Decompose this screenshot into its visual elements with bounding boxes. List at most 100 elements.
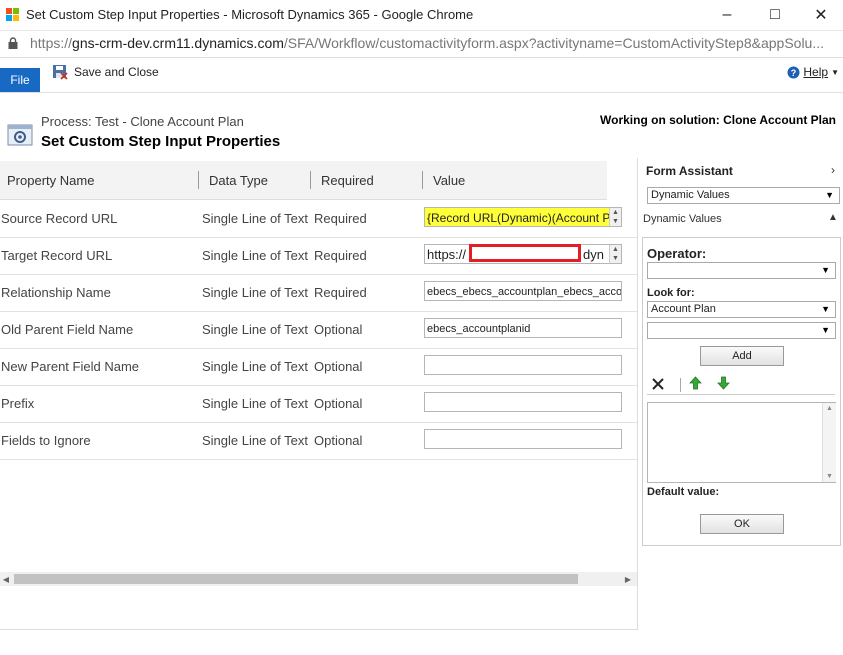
help-icon: ? [787, 66, 800, 78]
old-parent-field-name-field[interactable]: ebecs_accountplanid [424, 318, 622, 338]
look-for-entity-select[interactable]: Account Plan ▼ [647, 301, 836, 318]
save-close-icon [53, 65, 68, 80]
delete-icon[interactable] [651, 377, 665, 391]
table-row: Old Parent Field Name Single Line of Tex… [0, 311, 637, 349]
property-name: Relationship Name [1, 285, 111, 300]
solution-label: Working on solution: Clone Account Plan [600, 113, 836, 127]
workflow-gear-icon [7, 124, 33, 146]
data-type: Single Line of Text [202, 322, 308, 337]
select-value: Account Plan [651, 303, 716, 315]
toolbar-separator [680, 378, 681, 392]
help-label: Help [803, 65, 829, 79]
operator-select[interactable]: ▼ [647, 262, 836, 279]
spinner-icon[interactable]: ▲ ▼ [609, 245, 621, 263]
ok-button[interactable]: OK [700, 514, 784, 534]
collapse-up-icon[interactable]: ▲ [828, 212, 838, 223]
relationship-name-field[interactable]: ebecs_ebecs_accountplan_ebecs_account [424, 281, 622, 301]
required-status: Optional [314, 322, 363, 337]
grid-header: Property Name Data Type Required Value [0, 161, 607, 200]
page-title: Set Custom Step Input Properties [41, 133, 281, 150]
required-status: Required [314, 211, 367, 226]
url-text[interactable]: https://gns-crm-dev.crm11.dynamics.com/S… [30, 35, 824, 51]
panel-divider-line [647, 394, 835, 395]
help-button[interactable]: ? Help ▼ [787, 65, 839, 79]
save-and-close-button[interactable]: Save and Close [52, 64, 159, 80]
save-and-close-label: Save and Close [74, 65, 159, 79]
spinner-icon[interactable]: ▲ ▼ [609, 208, 621, 226]
ribbon: File Save and Close ? Help ▼ [0, 58, 843, 93]
dropdown-arrow-icon: ▼ [821, 304, 830, 314]
dynamic-values-list[interactable] [647, 402, 836, 483]
microsoft-logo-icon [6, 8, 20, 22]
fields-to-ignore-field[interactable] [424, 429, 622, 449]
table-row: Relationship Name Single Line of Text Re… [0, 274, 637, 312]
column-separator [198, 171, 199, 189]
scroll-down-icon[interactable]: ▼ [826, 473, 833, 480]
chevron-down-icon: ▼ [831, 67, 839, 77]
required-status: Optional [314, 433, 363, 448]
property-name: Prefix [1, 396, 35, 411]
move-up-arrow-icon[interactable] [689, 376, 702, 390]
dropdown-arrow-icon: ▼ [821, 325, 830, 335]
close-button[interactable]: ✕ [798, 0, 843, 30]
column-header-property-name[interactable]: Property Name [7, 173, 94, 188]
table-row: New Parent Field Name Single Line of Tex… [0, 348, 637, 386]
chevron-right-icon[interactable]: › [831, 163, 835, 177]
add-button[interactable]: Add [700, 346, 784, 366]
url-host: gns-crm-dev.crm11.dynamics.com [72, 35, 284, 51]
window-title: Set Custom Step Input Properties - Micro… [26, 7, 474, 22]
minimize-icon: – [722, 6, 732, 23]
column-header-value[interactable]: Value [433, 173, 465, 188]
scroll-right-icon[interactable]: ▶ [622, 572, 634, 586]
source-record-url-field[interactable]: {Record URL(Dynamic)(Account Plan)} ▲ ▼ [424, 207, 622, 227]
dropdown-arrow-icon: ▼ [825, 190, 834, 200]
url-scheme: https:// [30, 35, 73, 51]
column-separator [310, 171, 311, 189]
maximize-button[interactable]: □ [752, 0, 798, 30]
form-assistant-panel [642, 237, 841, 546]
column-header-required[interactable]: Required [321, 173, 374, 188]
scroll-up-icon[interactable]: ▲ [826, 405, 833, 412]
property-name: Old Parent Field Name [1, 322, 134, 337]
data-type: Single Line of Text [202, 433, 308, 448]
table-row: Prefix Single Line of Text Optional [0, 385, 637, 423]
required-status: Optional [314, 359, 363, 374]
scrollbar-thumb[interactable] [14, 574, 578, 584]
column-header-data-type[interactable]: Data Type [209, 173, 268, 188]
property-name: Fields to Ignore [1, 433, 91, 448]
scroll-left-icon[interactable]: ◀ [0, 572, 12, 586]
dynamic-values-section-label: Dynamic Values [643, 213, 722, 225]
panel-divider [637, 158, 638, 630]
svg-text:?: ? [791, 68, 797, 78]
operator-label: Operator: [647, 246, 707, 261]
dropdown-arrow-icon: ▼ [821, 265, 830, 275]
data-type: Single Line of Text [202, 285, 308, 300]
lock-icon [8, 37, 18, 49]
look-for-label: Look for: [647, 287, 695, 299]
new-parent-field-name-field[interactable] [424, 355, 622, 375]
property-name: Target Record URL [1, 248, 113, 263]
browser-title-bar: Set Custom Step Input Properties - Micro… [0, 0, 843, 31]
address-bar[interactable]: https://gns-crm-dev.crm11.dynamics.com/S… [0, 31, 843, 58]
select-value: Dynamic Values [651, 189, 730, 201]
dynamic-values-select[interactable]: Dynamic Values ▼ [647, 187, 840, 204]
url-path: /SFA/Workflow/customactivityform.aspx?ac… [283, 35, 825, 51]
data-type: Single Line of Text [202, 396, 308, 411]
look-for-field-select[interactable]: ▼ [647, 322, 836, 339]
move-down-arrow-icon[interactable] [717, 376, 730, 390]
prefix-field[interactable] [424, 392, 622, 412]
redaction-box [469, 244, 581, 262]
data-type: Single Line of Text [202, 248, 308, 263]
required-status: Required [314, 285, 367, 300]
list-scrollbar[interactable]: ▲ ▼ [822, 403, 836, 482]
data-type: Single Line of Text [202, 359, 308, 374]
property-name: Source Record URL [1, 211, 118, 226]
form-assistant-title: Form Assistant [646, 164, 733, 178]
field-value-prefix: https:// [427, 247, 467, 262]
field-value-suffix: dyn [583, 247, 604, 262]
table-row: Fields to Ignore Single Line of Text Opt… [0, 422, 637, 460]
data-type: Single Line of Text [202, 211, 308, 226]
minimize-button[interactable]: – [704, 0, 750, 30]
required-status: Required [314, 248, 367, 263]
file-tab[interactable]: File [0, 68, 40, 92]
